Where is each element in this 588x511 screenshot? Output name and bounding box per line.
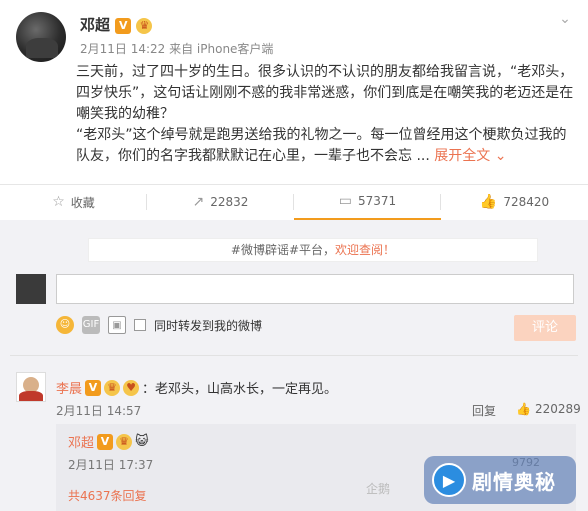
emoji-icon[interactable]: ☺ [56,316,74,334]
more-replies-link[interactable]: 共4637条回复 [68,487,147,504]
watermark-text: 剧情奥秘 [472,469,556,494]
expand-full-text-link[interactable]: 展开全文 ⌄ [434,148,506,164]
thumbs-up-icon: 👍 [479,194,498,210]
gif-icon[interactable]: GIF [82,316,100,334]
fan-badge-icon: ♥ [123,379,140,396]
verified-icon: V [115,17,132,34]
post-author-line: 邓超 V ♛ [80,14,153,35]
notice-text: #微博辟谣#平台， [230,243,336,257]
commenter-avatar[interactable] [16,372,46,402]
reply-button[interactable]: 回复 [472,402,496,419]
cat-emoji-icon: 😺 [135,434,149,449]
watermark-logo: ▶ 剧情奥秘 [424,456,576,504]
author-name[interactable]: 邓超 [80,16,110,34]
ghost-watermark-text: 企鹅 [366,482,391,496]
post-paragraph-2: “老邓头”这个绰号就是跑男送给我的礼物之一。每一位曾经用这个梗欺负过我的队友，你… [76,125,576,167]
star-icon: ☆ [52,194,65,210]
verified-icon: V [97,433,114,450]
like-count: 728420 [503,195,550,209]
favorite-label: 收藏 [70,195,95,210]
comment-like-count: 220289 [534,402,581,416]
play-icon: ▶ [432,463,466,497]
thumbs-up-icon: 👍 [516,402,531,416]
like-button[interactable]: 👍 728420 [441,184,588,220]
comment-button[interactable]: ▭ 57371 [294,184,441,220]
comment-count: 57371 [358,194,397,208]
forward-icon: ↗ [192,194,205,210]
post-meta: 2月11日 14:22 来自 iPhone客户端 [80,42,274,56]
author-avatar[interactable] [16,12,66,62]
post-body: 三天前，过了四十岁的生日。很多认识的不认识的朋友都给我留言说，“老邓头，四岁快乐… [76,62,576,167]
comment-input[interactable] [56,274,574,304]
composer-tools: ☺ GIF ▣ 同时转发到我的微博 [56,316,262,334]
verified-icon: V [85,379,102,396]
sub-comment-date: 2月11日 17:37 [68,458,154,472]
notice-link[interactable]: 欢迎查阅！ [335,243,395,257]
image-icon[interactable]: ▣ [108,316,126,334]
current-user-avatar [16,274,46,304]
forward-button[interactable]: ↗ 22832 [147,184,294,220]
forward-count: 22832 [210,195,249,209]
comment-text: ：老邓头，山高水长，一定再见。 [142,382,338,397]
commenter-name[interactable]: 李晨 [56,378,82,397]
comment-date: 2月11日 14:57 [56,404,142,418]
comment-divider [10,355,578,356]
comment-line: 李晨 V ♛ ♥ ：老邓头，山高水长，一定再见。 [56,378,337,397]
post-paragraph-1: 三天前，过了四十岁的生日。很多认识的不认识的朋友都给我留言说，“老邓头，四岁快乐… [76,64,574,122]
rumor-notice-banner: #微博辟谣#平台，欢迎查阅！ [88,238,538,262]
submit-comment-button[interactable]: 评论 [514,315,576,341]
expand-chevron-icon: ⌄ [494,148,507,164]
expand-label: 展开全文 [434,148,491,164]
vip-crown-icon: ♛ [136,17,153,34]
sub-commenter-name[interactable]: 邓超 [68,432,94,451]
post-menu-chevron-icon[interactable]: ⌄ [555,12,575,26]
forward-checkbox[interactable] [134,319,146,331]
vip-crown-icon: ♛ [104,379,121,396]
sub-comment-line: 邓超 V ♛ 😺 [68,432,149,451]
vip-crown-icon: ♛ [116,433,133,450]
comment-like-button[interactable]: 👍 220289 [516,402,581,416]
weibo-post: 邓超 V ♛ 2月11日 14:22 来自 iPhone客户端 ⌄ 三天前，过了… [0,0,588,190]
favorite-button[interactable]: ☆ 收藏 [0,184,147,220]
comment-icon: ▭ [338,193,353,209]
forward-checkbox-label: 同时转发到我的微博 [154,318,263,333]
post-action-bar: ☆ 收藏 ↗ 22832 ▭ 57371 👍 728420 [0,184,588,220]
